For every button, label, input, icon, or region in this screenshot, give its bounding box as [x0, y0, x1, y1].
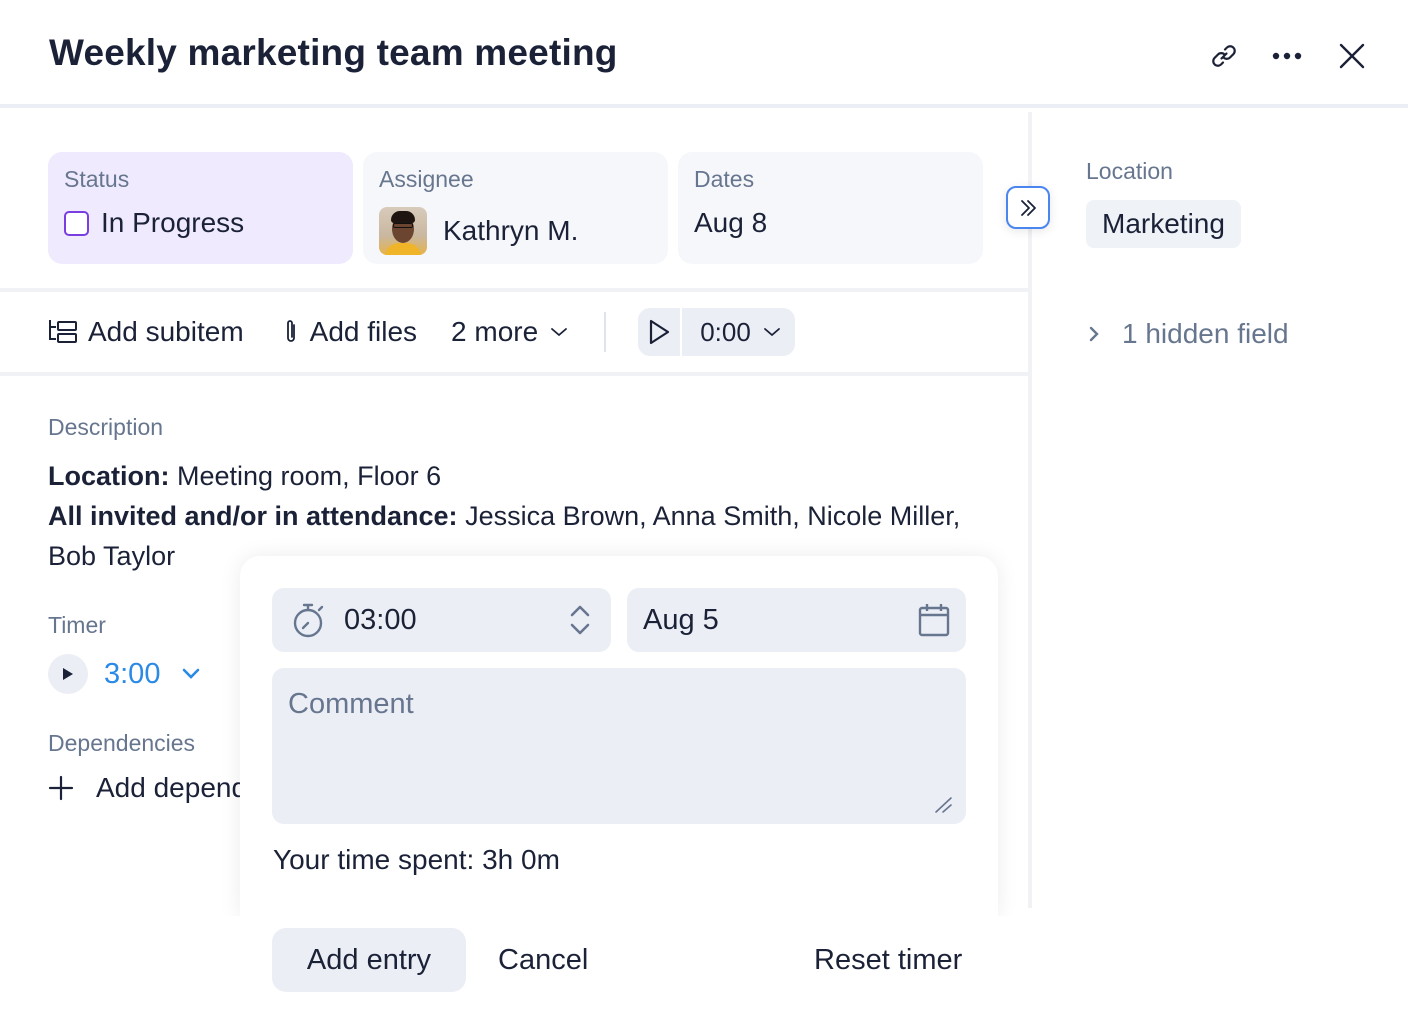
plus-icon — [48, 775, 74, 801]
reset-timer-button[interactable]: Reset timer — [814, 928, 962, 992]
expand-sidebar-button[interactable] — [1006, 186, 1050, 229]
chevron-down-icon — [551, 328, 568, 337]
add-files-button[interactable]: Add files — [282, 316, 417, 348]
timer-start-button[interactable] — [48, 654, 88, 694]
dates-value: Aug 8 — [694, 207, 768, 238]
hidden-fields-toggle[interactable]: 1 hidden field — [1088, 318, 1289, 350]
date-value: Aug 5 — [643, 603, 719, 636]
assignee-field[interactable]: Assignee Kathryn M. — [363, 152, 668, 264]
add-subitem-label: Add subitem — [88, 316, 244, 347]
subitem-icon — [49, 320, 77, 343]
assignee-label: Assignee — [379, 166, 474, 192]
chevron-down-icon[interactable] — [182, 668, 200, 680]
hidden-fields-label: 1 hidden field — [1122, 318, 1289, 349]
dates-label: Dates — [694, 166, 755, 192]
timer-value[interactable]: 3:00 — [104, 658, 160, 691]
close-button[interactable] — [1332, 36, 1372, 76]
divider — [0, 372, 1030, 376]
time-spent-text: Your time spent: 3h 0m — [273, 844, 560, 875]
play-icon — [63, 668, 73, 680]
description-label: Description — [48, 414, 164, 440]
date-picker[interactable]: Aug 5 — [627, 588, 966, 652]
location-tag[interactable]: Marketing — [1086, 200, 1241, 248]
timer-label: Timer — [48, 612, 106, 638]
stopwatch-icon — [293, 603, 324, 638]
duration-value: 03:00 — [344, 603, 417, 636]
stepper-icon[interactable] — [569, 604, 591, 636]
dates-field[interactable]: Dates Aug 8 — [678, 152, 983, 264]
dependencies-label: Dependencies — [48, 730, 196, 756]
task-header: Weekly marketing team meeting — [0, 0, 1408, 108]
more-options-button[interactable] — [1267, 36, 1307, 76]
status-value: In Progress — [101, 207, 245, 238]
play-icon — [650, 319, 670, 345]
status-label: Status — [64, 166, 130, 192]
toolbar-timer: 0:00 — [638, 308, 795, 356]
time-entry-popup: 03:00 Aug 5 Your time spent: 3h 0m — [240, 556, 998, 918]
more-actions-label: 2 more — [451, 316, 539, 347]
location-key: Location: — [48, 461, 170, 491]
paperclip-icon — [286, 320, 295, 342]
field-cards: Status In Progress Assignee Kathryn M. D… — [48, 152, 983, 264]
more-actions-dropdown[interactable]: 2 more — [451, 316, 568, 348]
location-value: Meeting room, Floor 6 — [169, 461, 442, 491]
chevron-down-icon — [763, 328, 780, 337]
assignee-value: Kathryn M. — [443, 215, 579, 246]
add-subitem-button[interactable]: Add subitem — [48, 316, 244, 348]
details-sidebar: Location Marketing 1 hidden field — [1032, 112, 1408, 908]
assignee-avatar — [379, 207, 427, 255]
more-icon — [1272, 52, 1302, 60]
toolbar-timer-dropdown[interactable]: 0:00 — [682, 317, 795, 348]
toolbar-separator — [604, 312, 607, 352]
task-title: Weekly marketing team meeting — [49, 32, 618, 73]
chevron-right-icon — [1089, 326, 1099, 342]
popup-footer: Add entry Cancel Reset timer — [0, 916, 1408, 1024]
location-field-label: Location — [1086, 158, 1173, 184]
duration-input[interactable]: 03:00 — [272, 588, 611, 652]
timer-field: 3:00 — [48, 654, 200, 694]
action-toolbar: Add subitem Add files 2 more 0:00 — [48, 308, 795, 356]
close-icon — [1339, 43, 1365, 69]
copy-link-button[interactable] — [1204, 36, 1244, 76]
cancel-button[interactable]: Cancel — [498, 928, 588, 992]
attendance-key: All invited and/or in attendance: — [48, 501, 458, 531]
status-checkbox-icon — [64, 210, 89, 236]
calendar-icon — [918, 604, 950, 637]
toolbar-timer-start-button[interactable] — [638, 308, 683, 356]
comment-input[interactable] — [272, 668, 966, 824]
status-field[interactable]: Status In Progress — [48, 152, 353, 264]
add-entry-button[interactable]: Add entry — [272, 928, 466, 992]
divider — [0, 288, 1030, 292]
double-chevron-right-icon — [1021, 199, 1036, 216]
link-icon — [1212, 45, 1236, 67]
toolbar-timer-value: 0:00 — [700, 316, 751, 347]
add-files-label: Add files — [309, 316, 418, 347]
